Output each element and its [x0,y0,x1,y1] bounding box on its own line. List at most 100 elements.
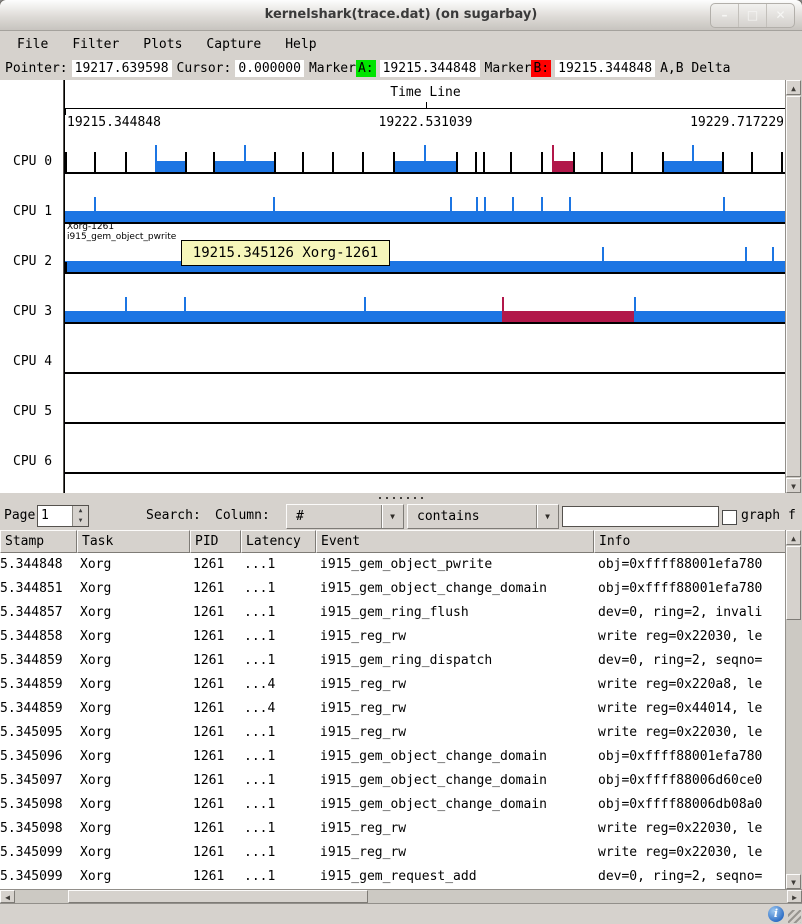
page-input[interactable]: 1 [41,508,49,523]
table-cell: Xorg [77,625,190,649]
minimize-button[interactable]: – [711,4,738,27]
cpu-task-bar[interactable] [65,311,786,322]
menu-file[interactable]: File [12,35,53,54]
table-cell: i915_gem_object_change_domain [316,745,594,769]
table-cell: write reg=0x44014, le [594,697,786,721]
table-row[interactable]: 5.344851Xorg1261...1i915_gem_object_chan… [0,577,786,601]
cpu-row-label: CPU 6 [13,454,63,470]
close-button[interactable]: ✕ [766,4,794,27]
table-row[interactable]: 5.344857Xorg1261...1i915_gem_ring_flushd… [0,601,786,625]
search-input[interactable] [562,506,719,527]
table-row[interactable]: 5.345097Xorg1261...1i915_gem_object_chan… [0,769,786,793]
table-row[interactable]: 5.344859Xorg1261...1i915_gem_ring_dispat… [0,649,786,673]
event-tick [125,297,127,322]
menu-capture[interactable]: Capture [201,35,266,54]
cpu-task-bar[interactable] [65,261,786,272]
table-cell: Xorg [77,577,190,601]
cpu-baseline [65,172,786,174]
cpu-task-bar[interactable] [503,311,635,322]
table-cell: write reg=0x22030, le [594,721,786,745]
menu-plots[interactable]: Plots [138,35,187,54]
table-row[interactable]: 5.345096Xorg1261...1i915_gem_object_chan… [0,745,786,769]
table-cell: ...1 [241,553,316,577]
scroll-right-icon[interactable]: ▶ [787,890,802,903]
event-tick [541,197,543,222]
table-cell: i915_gem_object_change_domain [316,769,594,793]
hover-task-label: Xorg-1261 [67,222,114,232]
table-cell: ...4 [241,673,316,697]
table-cell: 1261 [190,697,241,721]
event-tick [274,152,276,172]
table-scroll-up-icon[interactable]: ▲ [786,530,801,545]
menu-filter[interactable]: Filter [67,35,124,54]
graph-canvas[interactable]: Time Line 19215.344848 19222.531039 1922… [64,80,786,493]
cpu-task-bar[interactable] [553,161,574,172]
scroll-left-icon[interactable]: ◀ [0,890,15,903]
resize-grip-icon[interactable] [788,910,801,923]
table-row[interactable]: 5.345098Xorg1261...1i915_gem_object_chan… [0,793,786,817]
event-tick [722,152,724,172]
match-select-value: contains [408,509,480,524]
event-tick [751,152,753,172]
graph-follows-checkbox[interactable] [722,510,737,525]
match-select[interactable]: contains ▼ [407,504,559,529]
status-bar: overriding event (13) ftrace:blktrace wi… [0,903,802,924]
table-row[interactable]: 5.345098Xorg1261...1i915_reg_rwwrite reg… [0,817,786,841]
page-spin-buttons: ▲ ▼ [72,506,88,526]
column-header-pid[interactable]: PID [190,530,241,553]
page-spinbox[interactable]: 1 ▲ ▼ [37,505,89,527]
table-cell: 1261 [190,649,241,673]
column-header-info[interactable]: Info [594,530,786,553]
spin-down-icon[interactable]: ▼ [73,516,88,526]
pane-splitter[interactable] [0,493,802,503]
cpu-baseline [65,372,786,374]
event-tick [332,152,334,172]
table-cell: ...1 [241,793,316,817]
marker-info-bar: Pointer: 19217.639598 Cursor: 0.000000 M… [0,57,802,81]
table-row[interactable]: 5.345099Xorg1261...1i915_reg_rwwrite reg… [0,841,786,865]
spin-up-icon[interactable]: ▲ [73,506,88,516]
graph-scrollbar-thumb[interactable] [786,96,801,477]
table-row[interactable]: 5.344859Xorg1261...4i915_reg_rwwrite reg… [0,697,786,721]
column-header-stamp[interactable]: Stamp [0,530,77,553]
event-tick [393,152,395,172]
column-header-event[interactable]: Event [316,530,594,553]
table-cell: 1261 [190,865,241,889]
cpu-task-bar[interactable] [65,211,786,222]
table-row[interactable]: 5.345099Xorg1261...1i915_gem_request_add… [0,865,786,889]
column-select[interactable]: # ▼ [286,504,404,529]
marker-b-value: 19215.344848 [555,60,655,77]
maximize-button[interactable]: □ [738,4,766,27]
event-tick [573,152,575,172]
event-tick [601,152,603,172]
delta-label: A,B Delta [660,61,730,76]
column-header-latency[interactable]: Latency [241,530,316,553]
graph-scroll-down-icon[interactable]: ▼ [786,478,801,493]
cpu-row-label: CPU 4 [13,354,63,370]
table-cell: ...1 [241,865,316,889]
column-header-task[interactable]: Task [77,530,190,553]
table-cell: Xorg [77,697,190,721]
event-tick [475,152,477,172]
event-tick [476,197,478,222]
event-tick [541,152,543,172]
axis-label-middle: 19222.531039 [379,115,473,130]
graph-scroll-up-icon[interactable]: ▲ [786,80,801,95]
table-scrollbar-thumb[interactable] [786,546,801,620]
timeline-tooltip: 19215.345126 Xorg-1261 [181,240,390,266]
event-tick [213,152,215,172]
event-tick [65,152,67,172]
table-cell: ...1 [241,769,316,793]
table-cell: ...1 [241,649,316,673]
event-tick [244,145,246,172]
cpu-baseline [65,422,786,424]
menu-help[interactable]: Help [280,35,321,54]
table-row[interactable]: 5.344848Xorg1261...1i915_gem_object_pwri… [0,553,786,577]
table-row[interactable]: 5.344859Xorg1261...4i915_reg_rwwrite reg… [0,673,786,697]
table-scroll-down-icon[interactable]: ▼ [786,874,801,889]
table-cell: 5.345095 [0,721,77,745]
hscrollbar-thumb[interactable] [68,890,368,903]
cpu-task-bar[interactable] [156,161,186,172]
table-row[interactable]: 5.344858Xorg1261...1i915_reg_rwwrite reg… [0,625,786,649]
table-row[interactable]: 5.345095Xorg1261...1i915_reg_rwwrite reg… [0,721,786,745]
